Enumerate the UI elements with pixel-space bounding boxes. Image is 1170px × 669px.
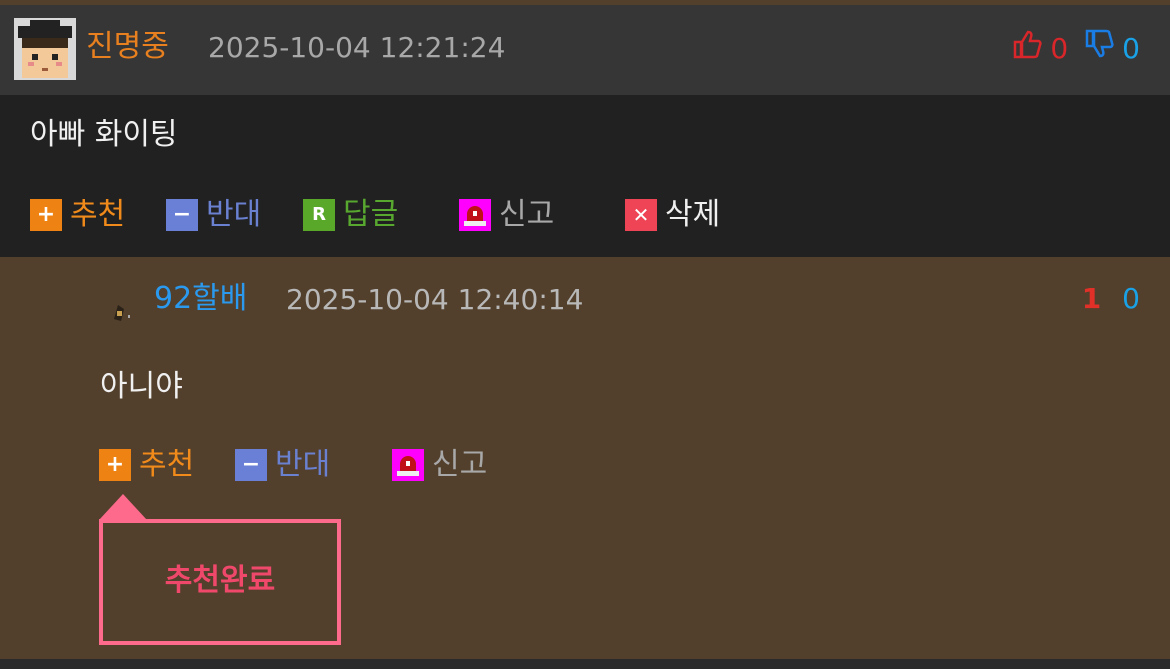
reply-votes: 1 0 [1082, 279, 1140, 319]
comment-timestamp: 2025-10-04 12:21:24 [208, 31, 506, 64]
minus-icon: − [235, 449, 267, 481]
comment-upvote-count: 0 [1050, 31, 1069, 65]
recommend-button[interactable]: + 추천 [30, 195, 125, 235]
report-label: 신고 [432, 447, 488, 482]
oppose-button[interactable]: − 반대 [166, 195, 261, 235]
reply-label: 답글 [343, 197, 399, 232]
reply-upvote-count[interactable]: 1 [1082, 282, 1101, 315]
thumbs-up-icon[interactable] [1012, 29, 1042, 68]
delete-button[interactable]: ✕ 삭제 [625, 195, 720, 235]
recommend-label: 추천 [139, 447, 195, 482]
reply-comment: 92할배 2025-10-04 12:40:14 1 0 아니야 + 추천 − … [0, 257, 1170, 659]
recommend-label: 추천 [70, 197, 126, 232]
reply-button[interactable]: R 답글 [303, 195, 398, 235]
siren-icon [392, 449, 424, 481]
reply-timestamp: 2025-10-04 12:40:14 [286, 283, 584, 316]
plus-icon: + [99, 449, 131, 481]
recommend-complete-popup: 추천완료 [99, 519, 341, 645]
reply-author[interactable]: 92할배 [154, 279, 247, 319]
reply-actions: + 추천 − 반대 신고 [99, 445, 599, 485]
minus-icon: − [166, 199, 198, 231]
comment-text: 아빠 화이팅 [30, 117, 178, 152]
comment-votes: 0 0 [1012, 29, 1140, 68]
plus-icon: + [30, 199, 62, 231]
comment-header: 진명중 2025-10-04 12:21:24 0 0 [0, 5, 1170, 95]
reply-text: 아니야 [100, 369, 183, 404]
bottom-strip [0, 659, 1170, 669]
reply-oppose-button[interactable]: − 반대 [235, 445, 330, 485]
reply-avatar-icon[interactable] [108, 297, 136, 325]
popup-arrow [99, 494, 147, 520]
oppose-label: 반대 [206, 197, 262, 232]
report-button[interactable]: 신고 [459, 195, 554, 235]
reply-recommend-button[interactable]: + 추천 [99, 445, 194, 485]
pixel-avatar-icon[interactable] [14, 18, 76, 80]
popup-message: 추천완료 [164, 563, 276, 598]
reply-report-button[interactable]: 신고 [392, 445, 487, 485]
reply-downvote-count[interactable]: 0 [1122, 282, 1140, 315]
siren-icon [459, 199, 491, 231]
comment-downvote-count: 0 [1122, 31, 1140, 65]
report-label: 신고 [499, 197, 555, 232]
comment-body: 아빠 화이팅 + 추천 − 반대 R 답글 신고 ✕ 삭제 [0, 95, 1170, 257]
oppose-label: 반대 [275, 447, 331, 482]
thumbs-down-icon[interactable] [1084, 29, 1114, 68]
close-x-icon: ✕ [625, 199, 657, 231]
comment-author[interactable]: 진명중 [86, 27, 169, 67]
reply-r-icon: R [303, 199, 335, 231]
delete-label: 삭제 [665, 197, 721, 232]
